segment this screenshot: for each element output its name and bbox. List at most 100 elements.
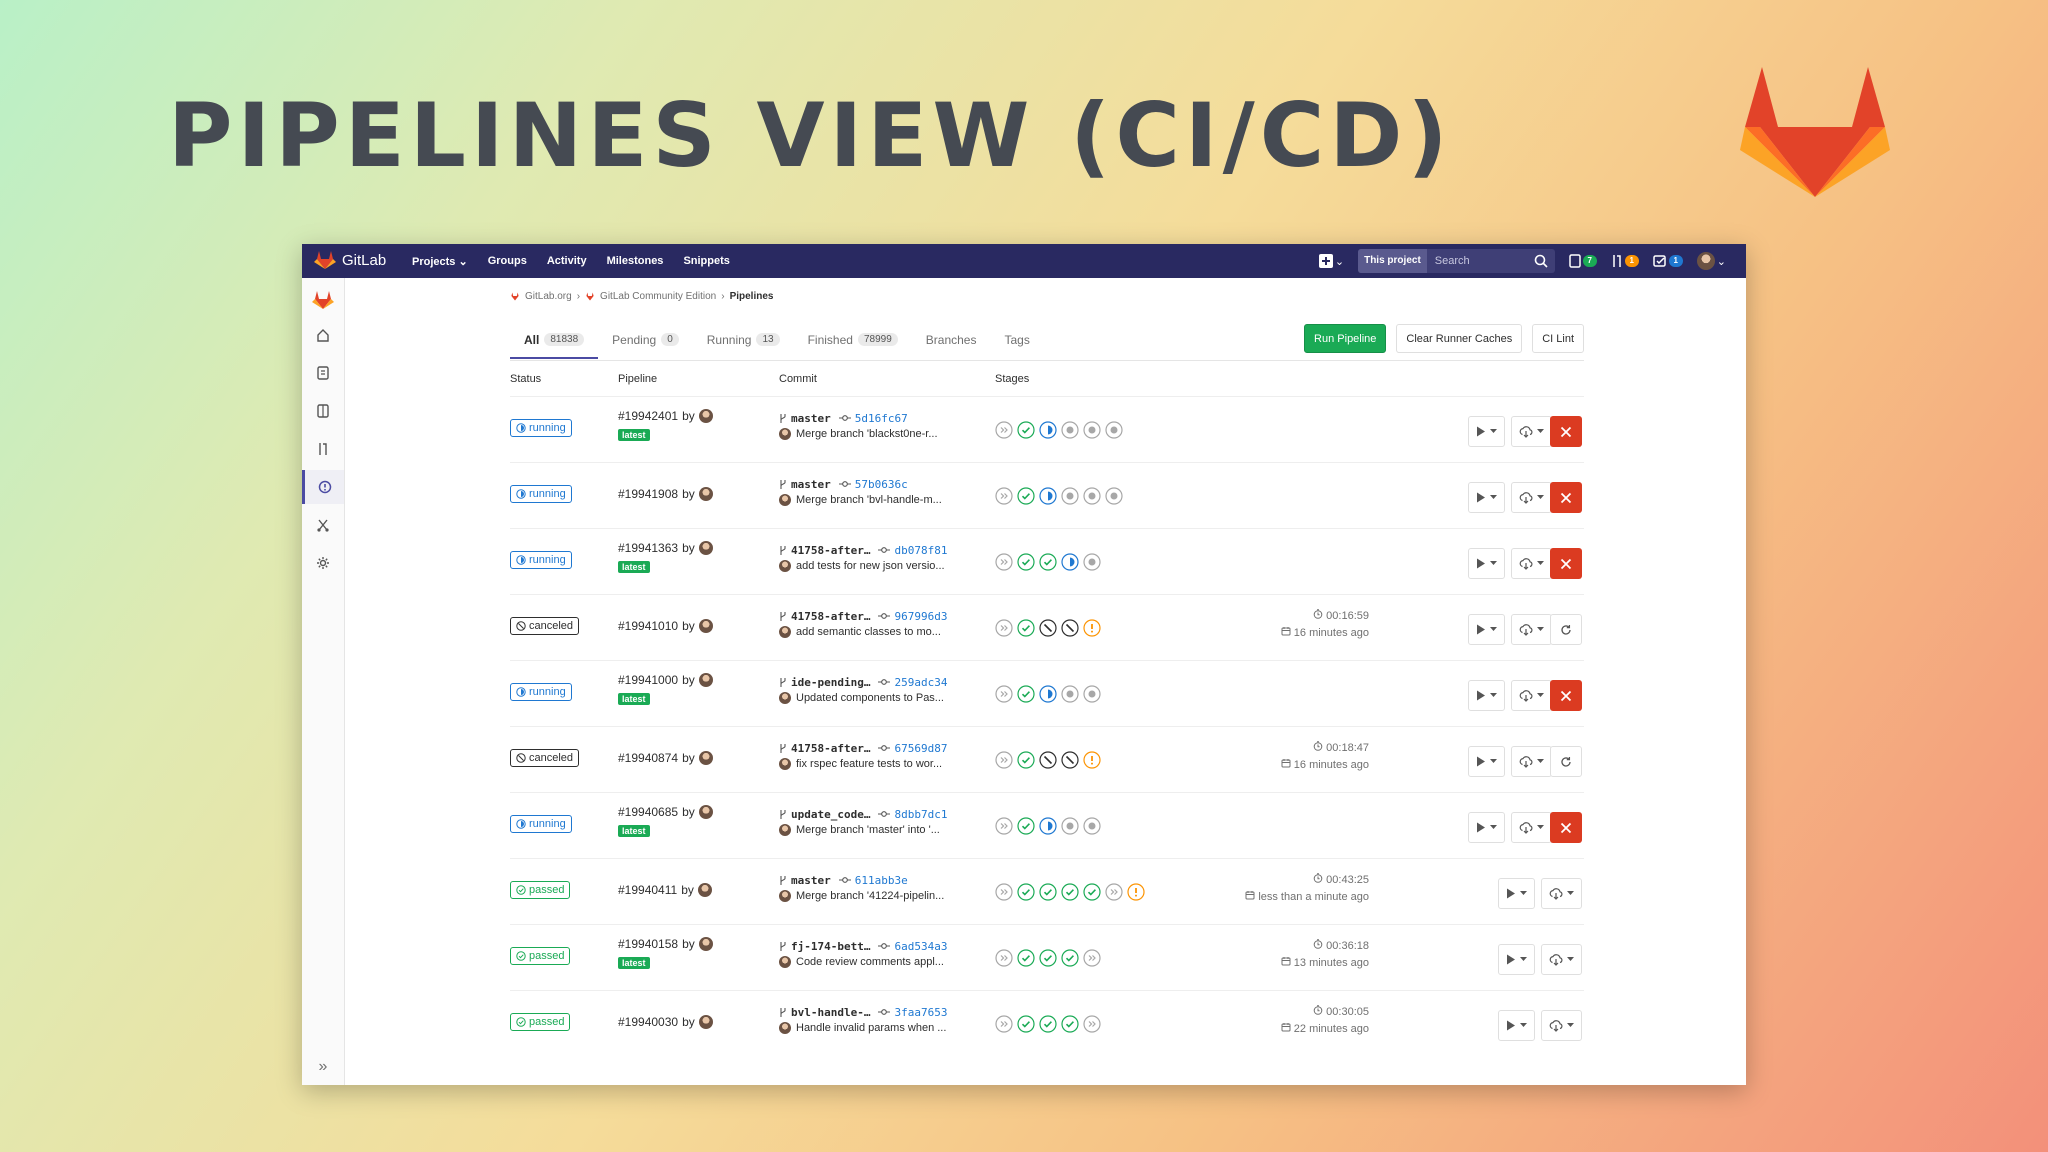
stage-warning-icon[interactable] — [1127, 883, 1145, 901]
play-dropdown[interactable] — [1498, 1010, 1535, 1041]
manual-job-button[interactable] — [1499, 945, 1534, 974]
cancel-pipeline-button[interactable] — [1550, 812, 1582, 843]
commit-author-avatar[interactable] — [779, 494, 791, 506]
ref-name-link[interactable]: ide-pending… — [791, 676, 870, 689]
artifacts-dropdown[interactable] — [1541, 878, 1582, 909]
commit-message[interactable]: Code review comments appl... — [796, 956, 944, 968]
search-input[interactable] — [1426, 255, 1533, 267]
manual-job-button[interactable] — [1469, 747, 1504, 776]
stage-canceled-icon[interactable] — [1061, 619, 1079, 637]
stage-created-icon[interactable] — [1083, 487, 1101, 505]
new-dropdown[interactable]: ⌄ — [1318, 254, 1344, 268]
stage-running-icon[interactable] — [1039, 817, 1057, 835]
manual-job-button[interactable] — [1499, 879, 1534, 908]
commit-sha-link[interactable]: 967996d3 — [894, 610, 947, 623]
stage-success-icon[interactable] — [1017, 751, 1035, 769]
artifacts-dropdown[interactable] — [1511, 614, 1552, 645]
user-avatar[interactable] — [698, 487, 713, 501]
stage-skipped-icon[interactable] — [1083, 1015, 1101, 1033]
download-artifacts-button[interactable] — [1512, 549, 1551, 578]
stage-running-icon[interactable] — [1039, 487, 1057, 505]
sidebar-item-ci-cd[interactable] — [302, 470, 344, 504]
play-dropdown[interactable] — [1468, 416, 1505, 447]
run-pipeline-button[interactable]: Run Pipeline — [1304, 324, 1387, 353]
ref-name-link[interactable]: 41758-after… — [791, 544, 870, 557]
play-dropdown[interactable] — [1468, 548, 1505, 579]
status-badge[interactable]: running — [510, 551, 572, 569]
commit-message[interactable]: Handle invalid params when ... — [796, 1022, 946, 1034]
stage-success-icon[interactable] — [1017, 883, 1035, 901]
stage-skipped-icon[interactable] — [1083, 949, 1101, 967]
status-badge[interactable]: running — [510, 485, 572, 503]
status-badge[interactable]: canceled — [510, 749, 580, 767]
stage-skipped-icon[interactable] — [995, 487, 1013, 505]
nav-groups[interactable]: Groups — [488, 255, 527, 267]
play-dropdown[interactable] — [1498, 944, 1535, 975]
artifacts-dropdown[interactable] — [1541, 944, 1582, 975]
user-menu[interactable]: ⌄ — [1696, 252, 1726, 270]
download-artifacts-button[interactable] — [1512, 681, 1551, 710]
sidebar-item-merge-requests[interactable] — [302, 432, 344, 466]
stage-created-icon[interactable] — [1061, 487, 1079, 505]
play-dropdown[interactable] — [1468, 680, 1505, 711]
pipeline-id-link[interactable]: #19941000 — [618, 673, 678, 687]
status-badge[interactable]: canceled — [510, 617, 580, 635]
tab-branches[interactable]: Branches — [912, 322, 991, 357]
breadcrumb-group[interactable]: GitLab.org — [525, 291, 572, 302]
stage-created-icon[interactable] — [1105, 421, 1123, 439]
issues-nav[interactable]: 7 — [1569, 254, 1597, 268]
stage-skipped-icon[interactable] — [995, 751, 1013, 769]
commit-author-avatar[interactable] — [779, 824, 791, 836]
breadcrumb-project[interactable]: GitLab Community Edition — [600, 291, 716, 302]
pipeline-id-link[interactable]: #19941363 — [618, 541, 678, 555]
user-avatar[interactable] — [698, 409, 713, 423]
pipeline-id-link[interactable]: #19940411 — [618, 883, 677, 897]
ref-name-link[interactable]: 41758-after… — [791, 742, 870, 755]
nav-milestones[interactable]: Milestones — [607, 255, 664, 267]
play-dropdown[interactable] — [1468, 614, 1505, 645]
stage-warning-icon[interactable] — [1083, 619, 1101, 637]
commit-author-avatar[interactable] — [779, 956, 791, 968]
commit-author-avatar[interactable] — [779, 890, 791, 902]
play-dropdown[interactable] — [1468, 746, 1505, 777]
stage-skipped-icon[interactable] — [995, 421, 1013, 439]
commit-sha-link[interactable]: 8dbb7dc1 — [894, 808, 947, 821]
stage-canceled-icon[interactable] — [1039, 619, 1057, 637]
commit-author-avatar[interactable] — [779, 428, 791, 440]
manual-job-button[interactable] — [1469, 549, 1504, 578]
commit-message[interactable]: add semantic classes to mo... — [796, 626, 941, 638]
stage-skipped-icon[interactable] — [995, 685, 1013, 703]
status-badge[interactable]: passed — [510, 881, 571, 899]
commit-message[interactable]: Merge branch 'blackst0ne-r... — [796, 428, 938, 440]
sidebar-item-repository[interactable] — [302, 356, 344, 390]
artifacts-dropdown[interactable] — [1541, 1010, 1582, 1041]
download-artifacts-button[interactable] — [1542, 1011, 1581, 1040]
download-artifacts-button[interactable] — [1512, 417, 1551, 446]
stage-skipped-icon[interactable] — [995, 883, 1013, 901]
ci-lint-button[interactable]: CI Lint — [1532, 324, 1584, 353]
nav-projects[interactable]: Projects ⌄ — [412, 255, 468, 268]
pipeline-id-link[interactable]: #19940030 — [618, 1015, 678, 1029]
stage-success-icon[interactable] — [1017, 949, 1035, 967]
user-avatar[interactable] — [697, 883, 712, 897]
user-avatar[interactable] — [698, 541, 713, 555]
commit-message[interactable]: Updated components to Pas... — [796, 692, 944, 704]
stage-success-icon[interactable] — [1039, 553, 1057, 571]
artifacts-dropdown[interactable] — [1511, 416, 1552, 447]
stage-created-icon[interactable] — [1061, 817, 1079, 835]
download-artifacts-button[interactable] — [1512, 615, 1551, 644]
tab-pending[interactable]: Pending 0 — [598, 322, 693, 357]
manual-job-button[interactable] — [1469, 681, 1504, 710]
retry-pipeline-button[interactable] — [1550, 746, 1582, 777]
commit-message[interactable]: Merge branch 'master' into '... — [796, 824, 940, 836]
stage-created-icon[interactable] — [1105, 487, 1123, 505]
cancel-pipeline-button[interactable] — [1550, 680, 1582, 711]
commit-author-avatar[interactable] — [779, 692, 791, 704]
manual-job-button[interactable] — [1469, 417, 1504, 446]
manual-job-button[interactable] — [1469, 615, 1504, 644]
stage-success-icon[interactable] — [1039, 883, 1057, 901]
download-artifacts-button[interactable] — [1512, 813, 1551, 842]
user-avatar[interactable] — [698, 805, 713, 819]
commit-message[interactable]: fix rspec feature tests to wor... — [796, 758, 942, 770]
stage-created-icon[interactable] — [1083, 421, 1101, 439]
